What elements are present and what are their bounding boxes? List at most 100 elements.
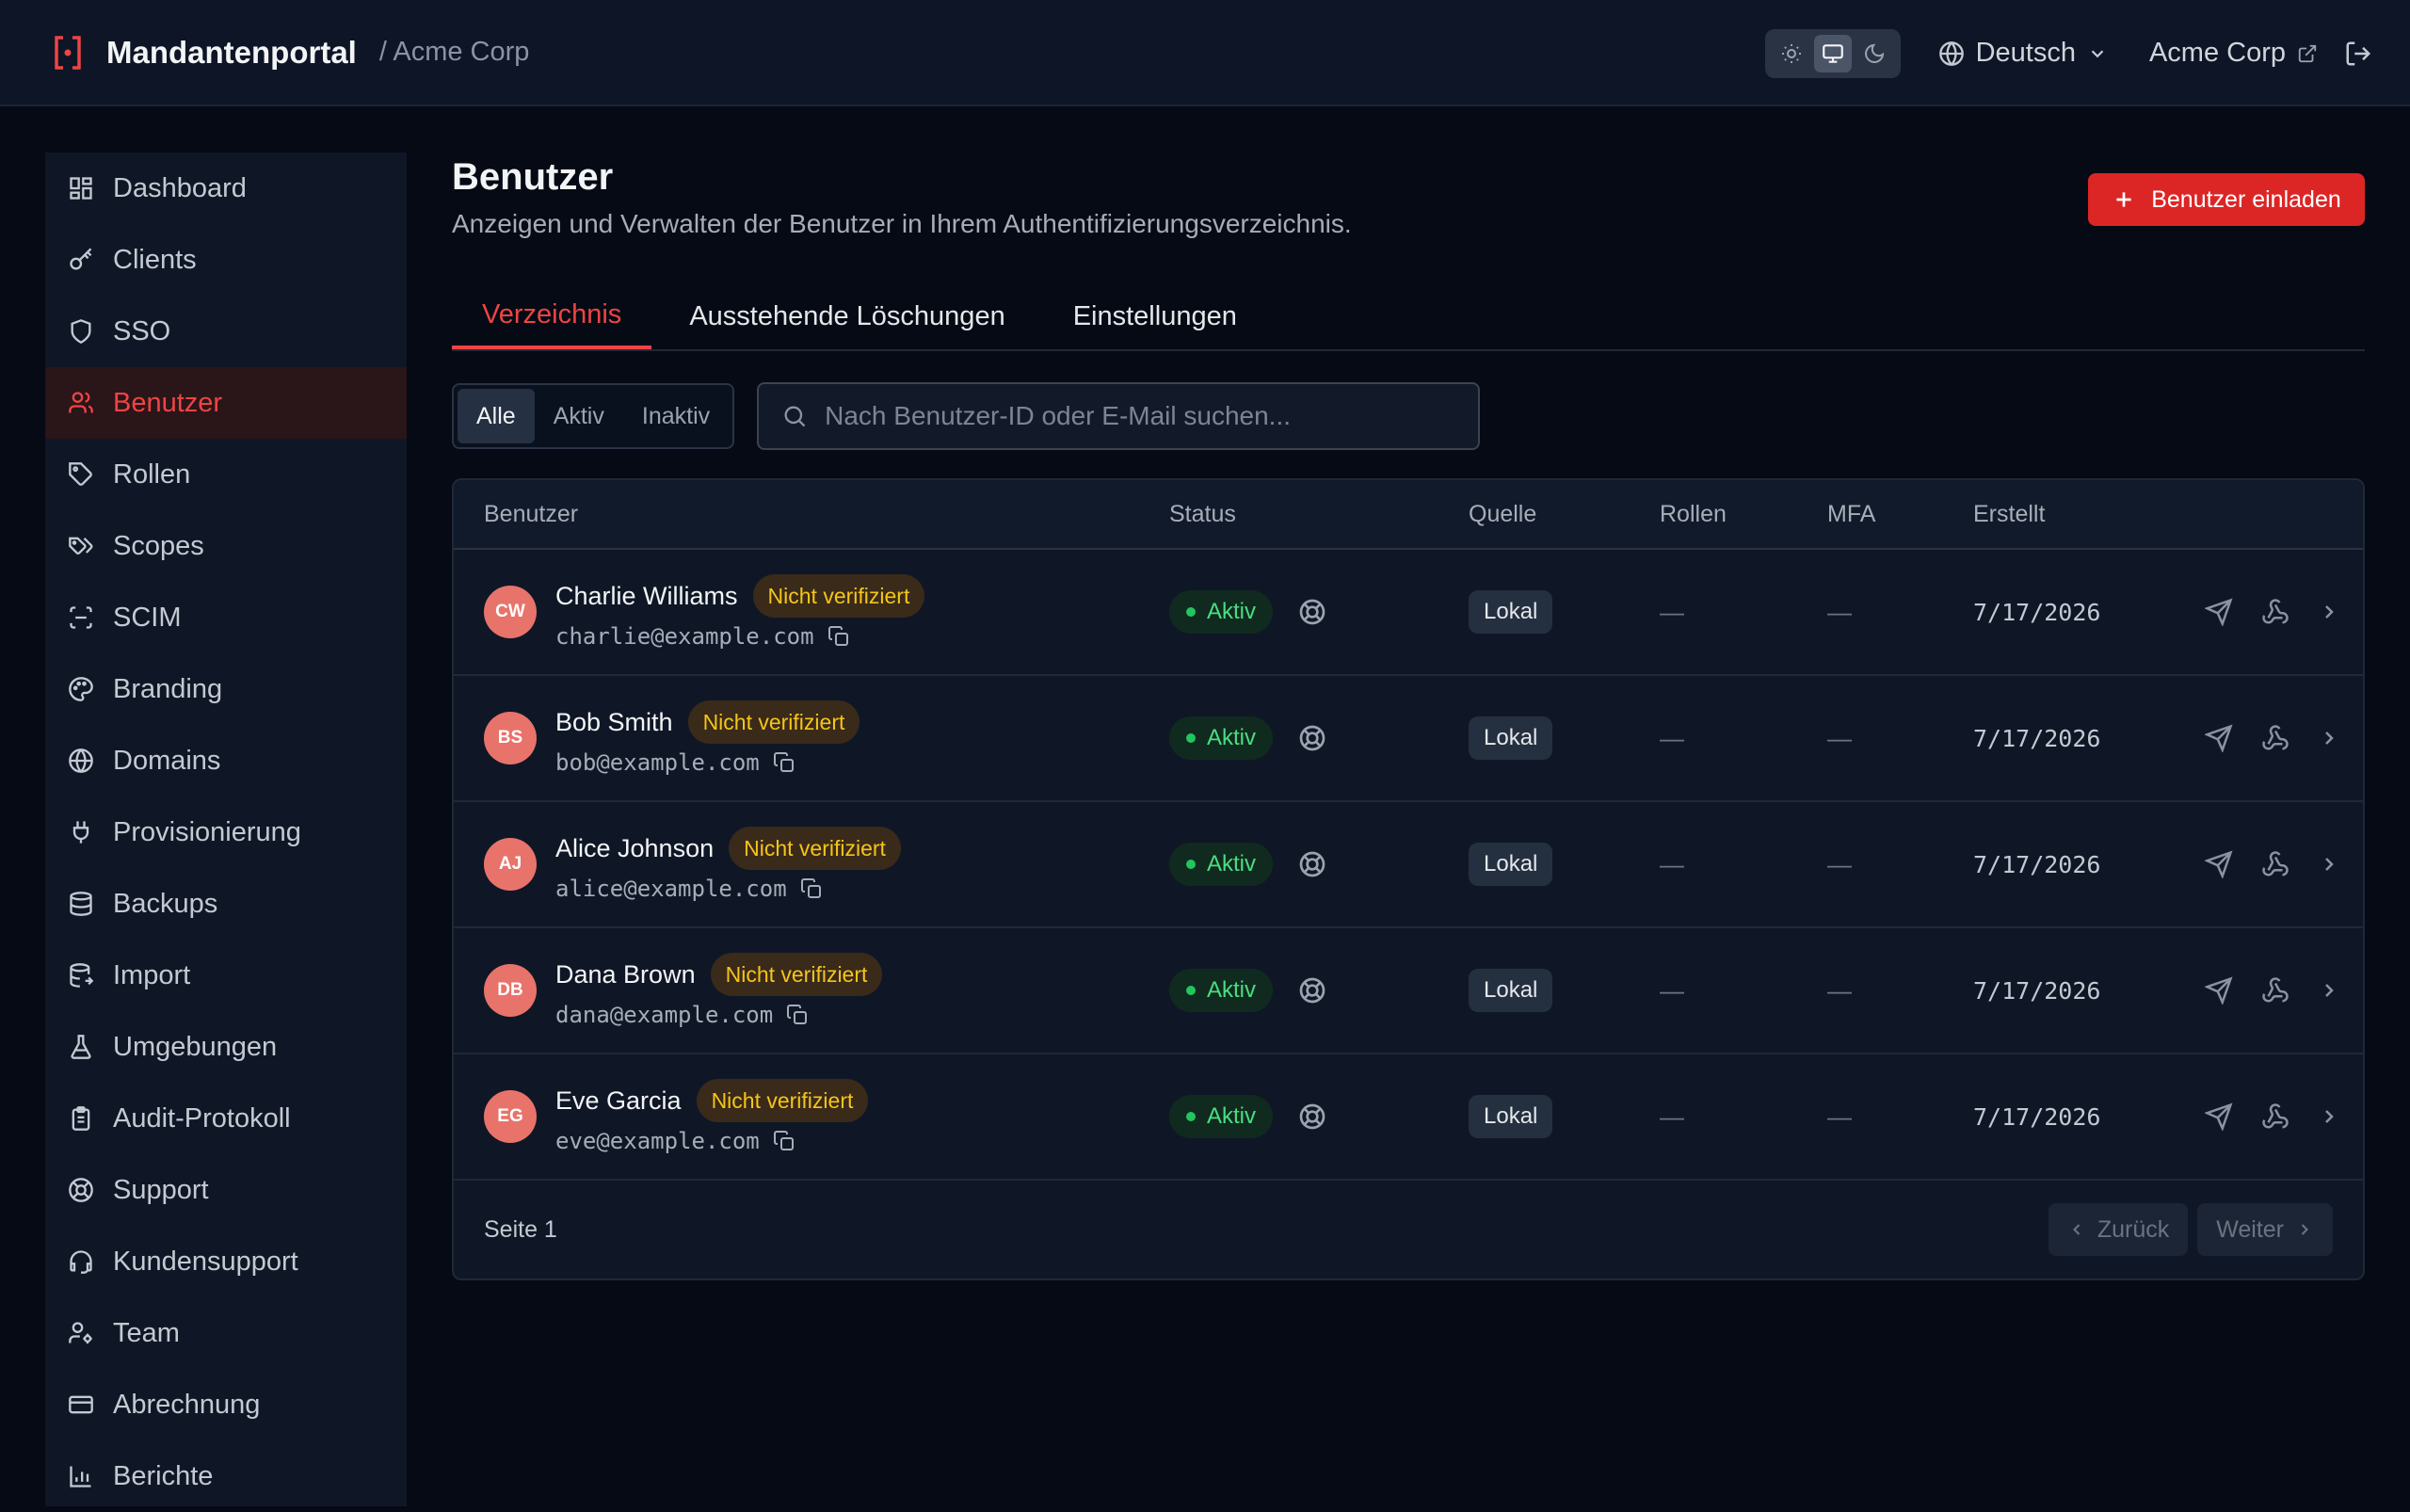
sidebar-item-dashboard[interactable]: Dashboard <box>45 153 407 224</box>
user-email: alice@example.com <box>555 876 787 902</box>
send-icon[interactable] <box>2205 976 2233 1005</box>
user-name-line: Eve Garcia Nicht verifiziert <box>555 1079 869 1122</box>
send-icon[interactable] <box>2205 1102 2233 1131</box>
lifebuoy-icon[interactable] <box>1297 1102 1327 1132</box>
sidebar-item-scim[interactable]: SCIM <box>45 582 407 653</box>
user-name[interactable]: Bob Smith <box>555 708 673 737</box>
sidebar-item-branding[interactable]: Branding <box>45 653 407 725</box>
table-row[interactable]: CW Charlie Williams Nicht verifiziert charl… <box>454 550 2363 676</box>
theme-system-button[interactable] <box>1813 34 1852 72</box>
column-header-mfa: MFA <box>1827 500 1876 527</box>
webhook-icon[interactable] <box>2261 1102 2290 1131</box>
status-label: Aktiv <box>1207 725 1257 750</box>
search-input[interactable] <box>825 401 1466 431</box>
lifebuoy-icon[interactable] <box>1297 849 1327 879</box>
lifebuoy-icon[interactable] <box>1297 723 1327 753</box>
tenant-external-link[interactable]: Acme Corp <box>2149 38 2318 69</box>
tab-verzeichnis[interactable]: Verzeichnis <box>452 284 652 349</box>
chevron-right-icon[interactable] <box>2318 601 2340 623</box>
sidebar-item-berichte[interactable]: Berichte <box>45 1440 407 1512</box>
roles-cell: — <box>1660 676 1684 800</box>
page-label: Seite 1 <box>484 1215 557 1243</box>
webhook-icon[interactable] <box>2261 976 2290 1005</box>
mfa-cell: — <box>1827 676 1852 800</box>
sidebar-item-label: Clients <box>113 244 197 275</box>
sidebar-item-backups[interactable]: Backups <box>45 868 407 940</box>
logout-button[interactable] <box>2344 40 2372 68</box>
row-actions <box>2205 676 2340 800</box>
webhook-icon[interactable] <box>2261 598 2290 626</box>
next-page-button[interactable]: Weiter <box>2197 1203 2333 1256</box>
chevron-right-icon[interactable] <box>2318 1105 2340 1128</box>
actions-group <box>2205 724 2340 752</box>
user-email: charlie@example.com <box>555 623 814 650</box>
theme-light-button[interactable] <box>1773 35 1810 72</box>
globe-icon <box>68 748 94 774</box>
sidebar-item-umgebungen[interactable]: Umgebungen <box>45 1011 407 1083</box>
key-icon <box>68 247 94 273</box>
user-name[interactable]: Charlie Williams <box>555 582 738 611</box>
search-icon <box>781 403 808 429</box>
sidebar-item-kundensupport[interactable]: Kundensupport <box>45 1226 407 1297</box>
brand[interactable]: Mandantenportal / Acme Corp <box>52 34 529 72</box>
user-name[interactable]: Dana Brown <box>555 960 696 989</box>
copy-icon[interactable] <box>827 625 850 648</box>
sidebar-item-audit-protokoll[interactable]: Audit-Protokoll <box>45 1083 407 1154</box>
source-badge: Lokal <box>1469 716 1553 760</box>
chevron-right-icon[interactable] <box>2318 727 2340 749</box>
sidebar-item-abrechnung[interactable]: Abrechnung <box>45 1369 407 1440</box>
copy-icon[interactable] <box>786 1004 809 1026</box>
tab-einstellungen[interactable]: Einstellungen <box>1043 284 1267 349</box>
row-actions <box>2205 928 2340 1053</box>
source-badge: Lokal <box>1469 843 1553 886</box>
user-name[interactable]: Eve Garcia <box>555 1086 682 1116</box>
table-row[interactable]: EG Eve Garcia Nicht verifiziert eve@example… <box>454 1054 2363 1181</box>
sidebar-item-clients[interactable]: Clients <box>45 224 407 296</box>
previous-page-button[interactable]: Zurück <box>2048 1203 2189 1256</box>
filter-inaktiv[interactable]: Inaktiv <box>623 389 729 443</box>
invite-user-button[interactable]: Benutzer einladen <box>2088 173 2365 226</box>
sidebar-item-rollen[interactable]: Rollen <box>45 439 407 510</box>
lifebuoy-icon[interactable] <box>1297 597 1327 627</box>
webhook-icon[interactable] <box>2261 850 2290 878</box>
tab-bar: Verzeichnis Ausstehende Löschungen Einst… <box>452 284 2365 351</box>
tab-ausstehende-loeschungen[interactable]: Ausstehende Löschungen <box>659 284 1035 349</box>
filter-alle[interactable]: Alle <box>458 389 535 443</box>
sidebar-item-provisionierung[interactable]: Provisionierung <box>45 796 407 868</box>
credit-card-icon <box>68 1391 94 1418</box>
send-icon[interactable] <box>2205 598 2233 626</box>
send-icon[interactable] <box>2205 724 2233 752</box>
sidebar-item-scopes[interactable]: Scopes <box>45 510 407 582</box>
user-email: bob@example.com <box>555 749 760 776</box>
row-actions <box>2205 550 2340 674</box>
column-header-quelle: Quelle <box>1469 500 1537 527</box>
sidebar-item-benutzer[interactable]: Benutzer <box>45 367 407 439</box>
table-row[interactable]: BS Bob Smith Nicht verifiziert bob@example.… <box>454 676 2363 802</box>
sidebar-item-import[interactable]: Import <box>45 940 407 1011</box>
tenant-breadcrumb[interactable]: / Acme Corp <box>379 37 530 68</box>
table-row[interactable]: DB Dana Brown Nicht verifiziert dana@exampl… <box>454 928 2363 1054</box>
sidebar-item-sso[interactable]: SSO <box>45 296 407 367</box>
user-name[interactable]: Alice Johnson <box>555 834 714 863</box>
language-selector[interactable]: Deutsch <box>1938 38 2108 69</box>
monitor-icon <box>1821 41 1845 66</box>
chevron-down-icon <box>2087 43 2108 64</box>
logout-icon <box>2344 40 2372 68</box>
sidebar-item-label: Abrechnung <box>113 1389 261 1420</box>
filter-aktiv[interactable]: Aktiv <box>535 389 623 443</box>
webhook-icon[interactable] <box>2261 724 2290 752</box>
clipboard-icon <box>68 1105 94 1132</box>
chevron-right-icon[interactable] <box>2318 853 2340 876</box>
copy-icon[interactable] <box>800 877 823 900</box>
sidebar-item-support[interactable]: Support <box>45 1154 407 1226</box>
theme-dark-button[interactable] <box>1856 35 1893 72</box>
sidebar-item-team[interactable]: Team <box>45 1297 407 1369</box>
sidebar-item-label: Umgebungen <box>113 1031 278 1062</box>
lifebuoy-icon[interactable] <box>1297 975 1327 1005</box>
chevron-right-icon[interactable] <box>2318 979 2340 1002</box>
copy-icon[interactable] <box>773 751 795 774</box>
send-icon[interactable] <box>2205 850 2233 878</box>
sidebar-item-domains[interactable]: Domains <box>45 725 407 796</box>
copy-icon[interactable] <box>773 1130 795 1152</box>
table-row[interactable]: AJ Alice Johnson Nicht verifiziert alice@ex… <box>454 802 2363 928</box>
